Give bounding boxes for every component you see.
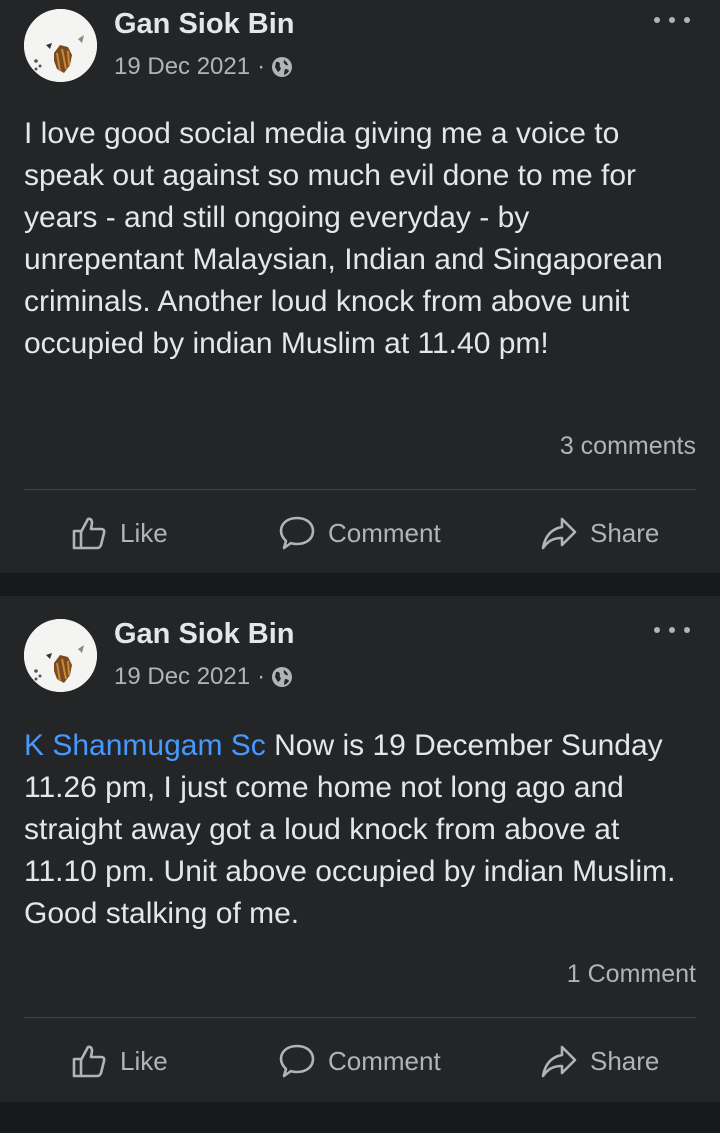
globe-icon [271,666,293,688]
post-meta: 19 Dec 2021 · [114,53,293,81]
comment-button[interactable]: Comment [278,1031,441,1091]
like-button[interactable]: Like [70,1031,168,1091]
comment-icon [279,1044,315,1078]
post-text: K Shanmugam Sc Now is 19 December Sunday… [24,725,696,935]
post-body: I love good social media giving me a voi… [24,117,663,360]
share-label: Share [590,517,660,548]
comments-count[interactable]: 3 comments [560,432,696,461]
divider [24,1017,696,1018]
divider [24,489,696,490]
thumbs-up-icon [72,1045,106,1078]
mention-link[interactable]: K Shanmugam Sc [24,729,266,762]
post-actions: Like Comment Share [0,503,720,563]
comment-label: Comment [328,1045,441,1076]
avatar[interactable] [24,619,97,692]
more-options-icon[interactable] [654,618,690,642]
share-icon [541,1045,577,1078]
post-actions: Like Comment Share [0,1031,720,1091]
globe-icon [271,56,293,78]
post-date[interactable]: 19 Dec 2021 [114,53,250,81]
avatar[interactable] [24,9,97,82]
post-card: Gan Siok Bin 19 Dec 2021 · I love good s… [0,0,720,573]
share-icon [541,517,577,550]
post-text: I love good social media giving me a voi… [24,113,696,365]
news-feed: Gan Siok Bin 19 Dec 2021 · I love good s… [0,0,720,1133]
post-meta: 19 Dec 2021 · [114,663,293,691]
share-label: Share [590,1045,660,1076]
comment-label: Comment [328,517,441,548]
like-label: Like [120,517,168,548]
post-date[interactable]: 19 Dec 2021 [114,663,250,691]
share-button[interactable]: Share [540,503,659,563]
comment-button[interactable]: Comment [278,503,441,563]
meta-separator: · [257,663,266,690]
comment-icon [279,516,315,550]
comments-count[interactable]: 1 Comment [567,960,696,989]
like-button[interactable]: Like [70,503,168,563]
share-button[interactable]: Share [540,1031,659,1091]
like-label: Like [120,1045,168,1076]
post-card: Gan Siok Bin 19 Dec 2021 · K Shanmugam S… [0,596,720,1102]
meta-separator: · [257,53,266,80]
more-options-icon[interactable] [654,8,690,32]
author-name[interactable]: Gan Siok Bin [114,8,294,41]
thumbs-up-icon [72,517,106,550]
author-name[interactable]: Gan Siok Bin [114,618,294,651]
